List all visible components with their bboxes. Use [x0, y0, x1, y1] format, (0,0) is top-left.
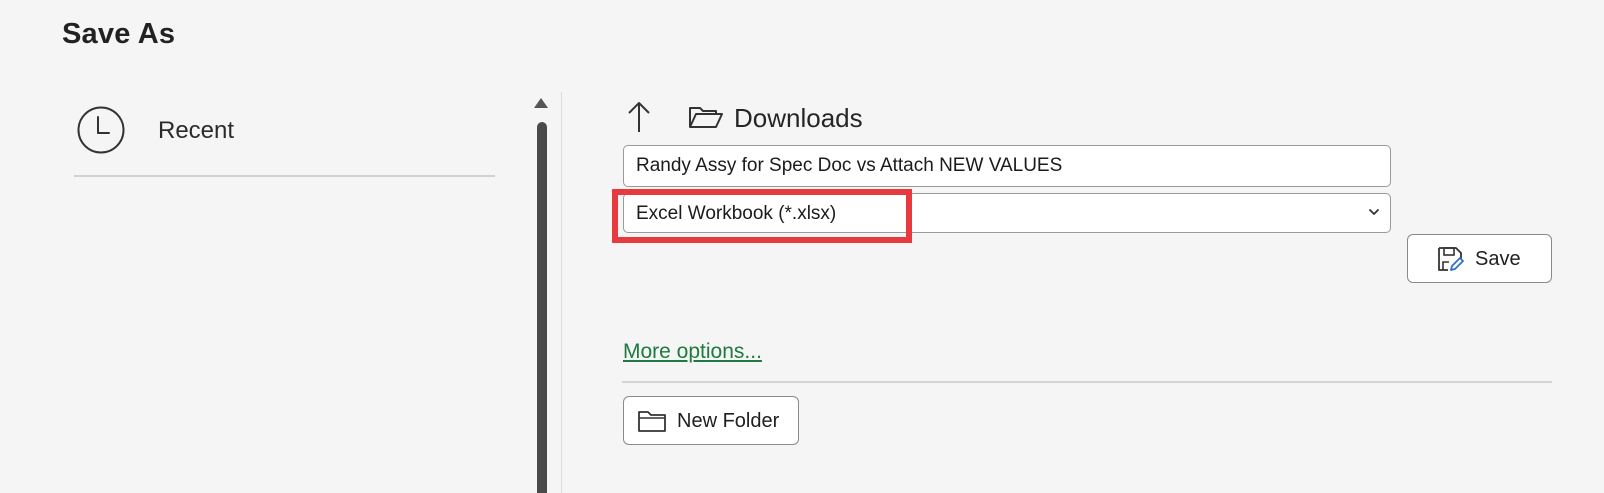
scroll-up-arrow-icon[interactable]	[534, 98, 548, 108]
sidebar-scrollbar[interactable]	[531, 92, 553, 493]
folder-icon	[638, 411, 666, 432]
folder-open-icon	[689, 107, 723, 128]
page-title: Save As	[62, 18, 176, 50]
pane-divider	[561, 92, 562, 493]
current-folder-label[interactable]: Downloads	[734, 103, 863, 134]
sidebar-item-label: Recent	[158, 117, 235, 144]
file-type-select[interactable]: Excel Workbook (*.xlsx)	[623, 193, 1391, 233]
options-divider	[622, 381, 1552, 383]
save-button-label: Save	[1475, 248, 1521, 270]
file-type-value: Excel Workbook (*.xlsx)	[636, 203, 837, 224]
up-arrow-icon[interactable]	[626, 100, 652, 134]
new-folder-label: New Folder	[677, 410, 780, 432]
clock-icon	[77, 106, 125, 154]
sidebar-item-recent[interactable]: Recent	[76, 104, 496, 156]
scrollbar-thumb[interactable]	[537, 122, 547, 493]
more-options-link[interactable]: More options...	[623, 340, 762, 364]
new-folder-button[interactable]: New Folder	[623, 396, 799, 445]
save-button[interactable]: Save	[1407, 234, 1552, 283]
chevron-down-icon	[1369, 209, 1379, 215]
save-icon	[1438, 247, 1464, 271]
sidebar-divider	[74, 175, 495, 177]
file-name-input[interactable]	[623, 145, 1391, 187]
save-as-dialog: Save As Recent Downloads Excel Workbook …	[0, 0, 1604, 493]
